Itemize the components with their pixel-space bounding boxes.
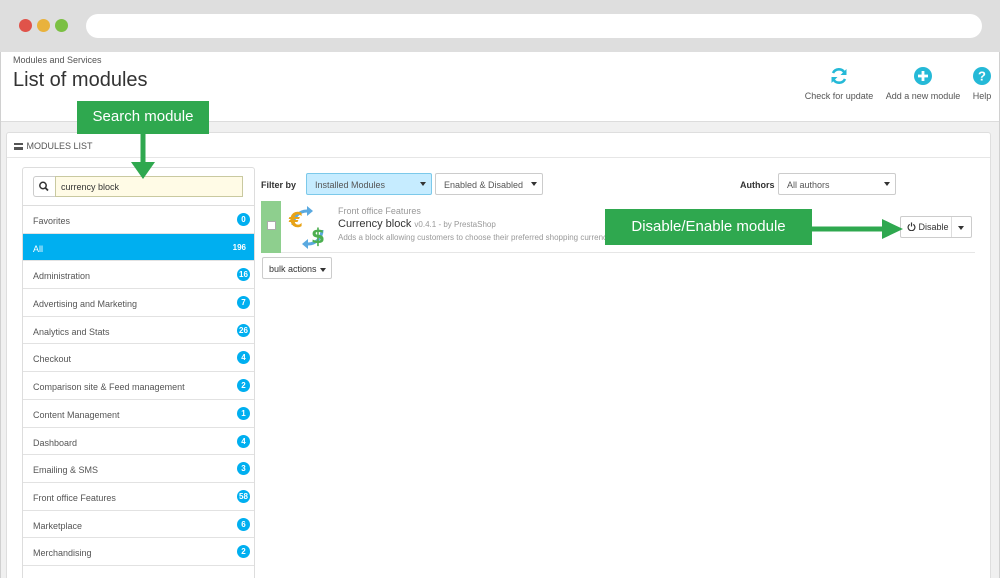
chevron-down-icon <box>884 182 890 186</box>
authors-select[interactable]: All authors <box>778 173 896 195</box>
chevron-down-icon <box>531 182 537 186</box>
authors-label: Authors <box>740 180 775 190</box>
category-label: Emailing & SMS <box>33 465 99 476</box>
svg-text:€: € <box>288 208 303 232</box>
search-icon <box>39 181 49 192</box>
help-button[interactable]: ? Help <box>967 66 997 101</box>
minimize-window-dot[interactable] <box>37 19 50 32</box>
refresh-icon <box>831 68 847 84</box>
status-select[interactable]: Enabled & Disabled <box>435 173 543 195</box>
chevron-down-icon[interactable] <box>958 226 964 230</box>
svg-text:$: $ <box>311 224 325 248</box>
category-label: Administration <box>33 271 91 282</box>
category-count-badge: 196 <box>232 242 246 252</box>
help-icon: ? <box>973 67 991 85</box>
category-item[interactable]: Comparison site & Feed management 2 <box>23 372 254 400</box>
status-value: Enabled & Disabled <box>444 180 524 190</box>
chevron-down-icon <box>319 267 326 272</box>
disable-enable-callout: Disable/Enable module <box>605 209 812 245</box>
category-item[interactable]: Content Management 1 <box>23 400 254 428</box>
category-count-badge: 2 <box>237 545 250 559</box>
installed-modules-select[interactable]: Installed Modules <box>306 173 432 195</box>
arrow-right-icon <box>812 219 903 239</box>
category-sidebar: Favorites0All196Administration16Advertis… <box>22 167 255 578</box>
category-label: Front office Features <box>33 492 116 503</box>
module-title: Currency block <box>338 218 412 230</box>
check-for-update-button[interactable]: Check for update <box>803 66 875 101</box>
filter-by-label: Filter by <box>261 180 297 190</box>
category-label: Advertising and Marketing <box>33 299 138 310</box>
bulk-actions-label: bulk actions <box>269 264 317 274</box>
svg-text:?: ? <box>978 69 986 84</box>
category-count-badge: 3 <box>237 462 250 476</box>
category-label: Marketplace <box>33 520 83 531</box>
category-count-badge: 58 <box>237 489 250 503</box>
arrow-down-icon <box>131 134 155 179</box>
browser-chrome <box>0 0 1000 52</box>
module-checkbox[interactable] <box>267 221 276 230</box>
category-label: Dashboard <box>33 437 78 448</box>
category-item[interactable]: Emailing & SMS 3 <box>23 455 254 483</box>
power-icon <box>907 222 916 232</box>
currency-exchange-icon: € $ <box>288 206 325 249</box>
address-bar[interactable] <box>86 14 982 38</box>
category-count-badge: 0 <box>237 213 250 226</box>
category-label: Content Management <box>33 409 120 420</box>
chevron-down-icon <box>420 182 426 186</box>
authors-value: All authors <box>787 180 830 190</box>
check-for-update-label: Check for update <box>804 91 874 101</box>
category-label: Checkout <box>33 354 72 365</box>
help-label: Help <box>972 91 992 101</box>
category-count-badge: 2 <box>237 379 250 393</box>
category-count-badge: 6 <box>237 517 250 531</box>
module-description: Adds a block allowing customers to choos… <box>338 233 608 242</box>
category-label: Comparison site & Feed management <box>33 382 185 393</box>
category-count-badge: 4 <box>237 434 250 448</box>
breadcrumb[interactable]: Modules and Services <box>13 55 102 65</box>
category-item[interactable]: All 196 <box>23 233 254 262</box>
disable-callout-label: Disable/Enable module <box>631 218 786 235</box>
category-count-badge: 1 <box>237 406 250 420</box>
category-item[interactable]: Analytics and Stats 26 <box>23 317 254 345</box>
category-label: Favorites <box>33 216 71 226</box>
category-item[interactable]: Favorites 0 <box>23 206 254 234</box>
category-item[interactable]: Checkout 4 <box>23 344 254 373</box>
category-list: Favorites 0 All 196 Administration 16 Advertis… <box>23 206 254 566</box>
add-new-module-button[interactable]: Add a new module <box>882 66 964 101</box>
close-window-dot[interactable] <box>19 19 32 32</box>
category-count-badge: 7 <box>237 296 250 310</box>
category-label: Analytics and Stats <box>33 326 110 337</box>
maximize-window-dot[interactable] <box>55 19 68 32</box>
disable-button-label: Disable <box>918 222 949 232</box>
plus-circle-icon <box>914 67 932 85</box>
module-name: Currency block v0.4.1 - by PrestaShop <box>338 218 496 230</box>
disable-button[interactable]: Disable <box>900 216 972 238</box>
search-module-callout: Search module <box>77 101 209 134</box>
category-item[interactable]: Advertising and Marketing 7 <box>23 289 254 317</box>
category-item[interactable]: Marketplace 6 <box>23 511 254 539</box>
module-status-stripe <box>261 201 281 253</box>
category-count-badge: 4 <box>237 351 250 365</box>
add-new-module-label: Add a new module <box>885 91 961 101</box>
button-divider <box>951 217 952 237</box>
search-callout-label: Search module <box>92 108 194 125</box>
category-label: All <box>33 243 44 254</box>
category-item[interactable]: Administration 16 <box>23 261 254 290</box>
category-count-badge: 16 <box>237 268 250 282</box>
module-category: Front office Features <box>338 206 421 216</box>
module-version-author: v0.4.1 - by PrestaShop <box>414 220 496 229</box>
list-icon <box>14 143 23 150</box>
category-item[interactable]: Merchandising 2 <box>23 538 254 566</box>
installed-modules-value: Installed Modules <box>315 180 386 190</box>
modules-list-panel: MODULES LIST Favorites 0 All 196 Administrat… <box>6 132 991 578</box>
bulk-actions-button[interactable]: bulk actions <box>262 257 332 279</box>
page-title: List of modules <box>13 69 148 91</box>
search-button[interactable] <box>33 176 55 197</box>
category-label: Merchandising <box>33 548 92 559</box>
category-item[interactable]: Front office Features 58 <box>23 483 254 511</box>
category-item[interactable]: Dashboard 4 <box>23 428 254 456</box>
panel-heading-label: MODULES LIST <box>26 141 93 151</box>
category-count-badge: 26 <box>237 323 250 337</box>
